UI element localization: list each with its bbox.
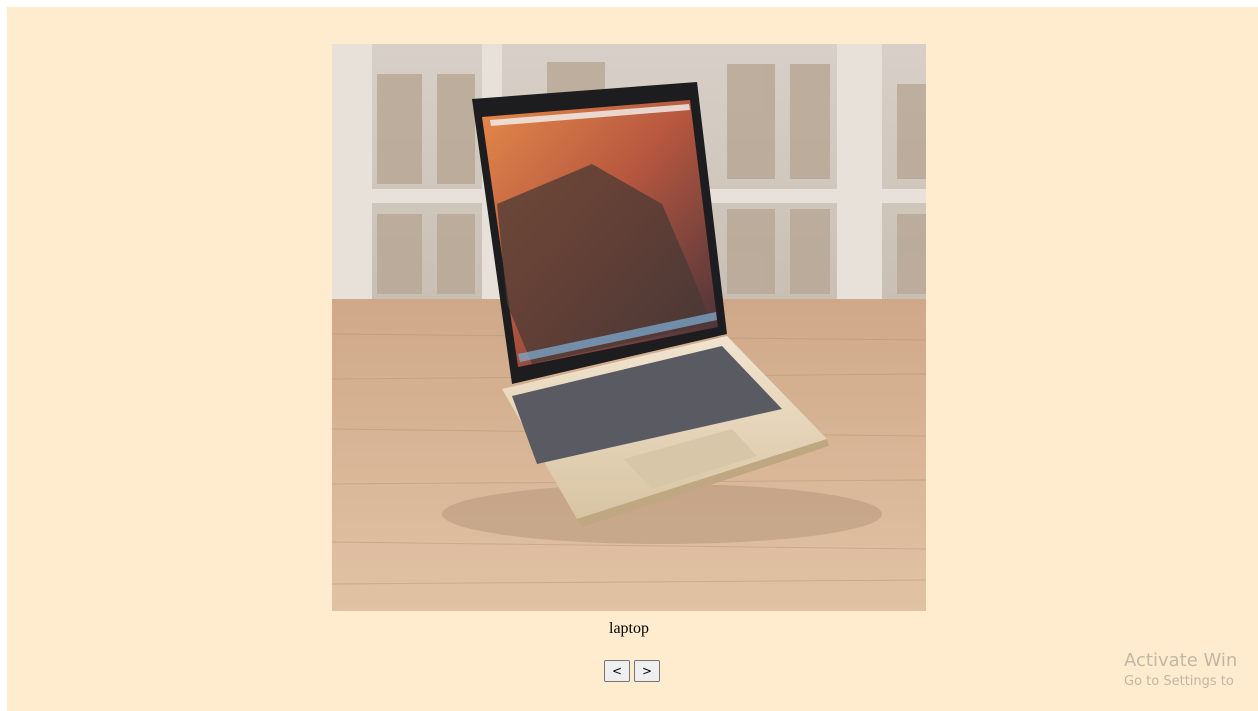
windows-activation-watermark: Activate Win Go to Settings to	[1124, 650, 1237, 689]
slide-image	[332, 44, 926, 611]
watermark-title: Activate Win	[1124, 650, 1238, 671]
watermark-subtitle: Go to Settings to	[1124, 674, 1234, 689]
slideshow-nav: < >	[604, 660, 660, 682]
slide-caption: laptop	[609, 620, 649, 637]
previous-button[interactable]: <	[604, 660, 630, 682]
next-button[interactable]: >	[634, 660, 660, 682]
